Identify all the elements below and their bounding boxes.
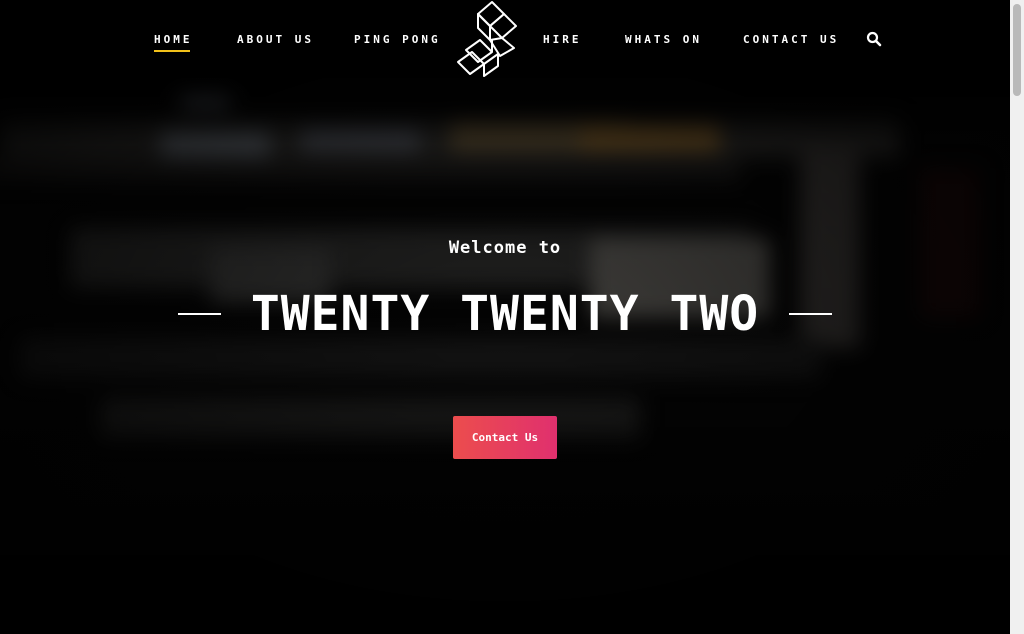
nav-ping-pong[interactable]: PING PONG	[354, 33, 441, 46]
page-scrollbar[interactable]	[1010, 0, 1024, 634]
nav-contact-us[interactable]: CONTACT US	[743, 33, 839, 46]
contact-us-button[interactable]: Contact Us	[453, 416, 557, 459]
page: HOME ABOUT US PING PONG HIRE WHATS ON CO…	[0, 0, 1024, 634]
hero-title: TWENTY TWENTY TWO	[250, 286, 760, 342]
site-logo[interactable]	[456, 0, 522, 78]
scrollbar-thumb[interactable]	[1013, 4, 1021, 96]
hero-background-image	[0, 78, 1010, 634]
search-icon[interactable]	[866, 31, 882, 47]
title-dash-right	[789, 313, 833, 315]
nav-hire[interactable]: HIRE	[543, 33, 582, 46]
hero-welcome-text: Welcome to	[448, 238, 562, 258]
hero-title-row: TWENTY TWENTY TWO	[0, 284, 1010, 344]
title-dash-left	[177, 313, 221, 315]
site-header: HOME ABOUT US PING PONG HIRE WHATS ON CO…	[0, 0, 1010, 78]
nav-home[interactable]: HOME	[154, 33, 193, 52]
nav-about-us[interactable]: ABOUT US	[237, 33, 314, 46]
stacked-blocks-logo-icon	[457, 1, 517, 77]
nav-whats-on[interactable]: WHATS ON	[625, 33, 702, 46]
